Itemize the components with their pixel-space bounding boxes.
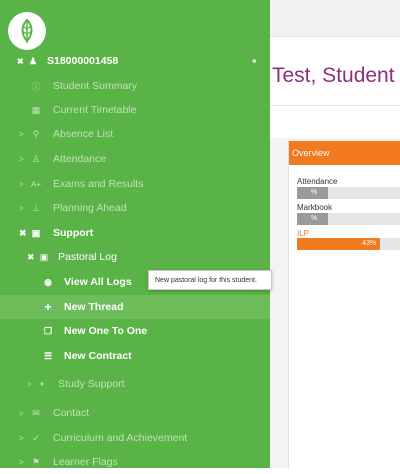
sidebar-item-curriculum-and-achievement[interactable]: > ✓ Curriculum and Achievement [0,426,270,450]
pin-icon: ♦ [40,380,44,388]
settings-dot-icon[interactable]: ⚬ [250,56,258,67]
attendance-bar: % [297,187,400,199]
mail-icon: ✉ [32,407,40,418]
sidebar-item-label: New One To One [64,325,148,337]
support-icon: ▣ [31,227,41,238]
sidebar-item-new-contract[interactable]: ☰ New Contract [0,344,270,368]
chevron-right-icon: > [19,457,24,467]
close-icon: ✖ [19,227,27,238]
sidebar-item-support[interactable]: ✖ ▣ Support [0,221,270,245]
close-icon: ✖ [27,251,35,262]
sidebar-item-label: Pastoral Log [58,251,117,263]
ilp-value: 43% [362,240,377,247]
plus-icon: + [44,300,52,314]
student-name-heading: Test, Student [272,64,395,87]
sidebar-item-study-support[interactable]: > ♦ Study Support [0,372,270,396]
copy-icon: ❐ [43,325,53,336]
school-logo[interactable] [8,12,46,50]
sidebar-item-label: Student Summary [53,80,138,92]
person-icon: ♙ [31,153,41,164]
sidebar-item-label: View All Logs [64,276,132,288]
student-id-row[interactable]: ✖ ♟ S18000001458 ⚬ [0,49,270,73]
chevron-right-icon: > [19,408,24,418]
sidebar-item-current-timetable[interactable]: ▦ Current Timetable [0,98,270,122]
sidebar-item-exams-and-results[interactable]: > A+ Exams and Results [0,172,270,196]
leaf-logo-icon [21,18,33,43]
sidebar-item-label: Learner Flags [53,456,118,468]
sidebar-item-pastoral-log[interactable]: ✖ ▣ Pastoral Log [0,245,270,269]
sidebar-item-student-summary[interactable]: ⓘ Student Summary [0,74,270,98]
overview-header[interactable]: Overview [289,141,400,165]
sidebar-item-label: Support [53,227,94,239]
grade-icon: A+ [30,179,41,189]
close-icon: ✖ [17,56,24,66]
ilp-label: ILP [297,229,310,238]
attendance-label: Attendance [297,177,338,186]
flag-icon: ⚑ [31,456,41,467]
chevron-right-icon: > [19,179,24,189]
contract-icon: ☰ [43,350,53,361]
sidebar: ✖ ♟ S18000001458 ⚬ ⓘ Student Summary ▦ C… [0,0,270,468]
header-divider [270,105,400,106]
eye-icon: ◉ [44,276,52,287]
chevron-right-icon: > [19,129,24,139]
markbook-bar: % [297,213,400,225]
sidebar-item-attendance[interactable]: > ♙ Attendance [0,147,270,171]
sidebar-item-new-thread[interactable]: + New Thread [0,295,270,319]
sidebar-item-label: New Thread [64,301,124,313]
attendance-value: % [311,189,318,196]
sidebar-item-contact[interactable]: > ✉ Contact [0,401,270,425]
tooltip: New pastoral log for this student. [148,270,272,290]
sidebar-item-label: Contact [53,407,90,419]
sidebar-item-learner-flags[interactable]: > ⚑ Learner Flags [0,450,270,474]
sidebar-item-label: Curriculum and Achievement [53,432,188,444]
sidebar-item-label: Exams and Results [53,178,144,190]
chevron-right-icon: > [19,154,24,164]
sidebar-item-label: Planning Ahead [53,202,127,214]
chart-icon: ⊥ [32,202,40,213]
sidebar-item-label: Current Timetable [53,104,137,116]
ilp-bar-fill: 43% [297,238,381,250]
attendance-bar-fill: % [297,187,328,199]
overview-panel: Overview Attendance % Markbook % ILP 43% [288,141,400,468]
log-icon: ▣ [39,251,49,262]
sidebar-item-new-one-to-one[interactable]: ❐ New One To One [0,319,270,343]
markbook-value: % [311,215,318,222]
markbook-label: Markbook [297,203,333,212]
sidebar-item-label: Study Support [58,378,125,390]
check-icon: ✓ [32,432,40,443]
ilp-bar: 43% [297,238,400,250]
sidebar-item-planning-ahead[interactable]: > ⊥ Planning Ahead [0,196,270,220]
sidebar-item-label: Attendance [53,153,107,165]
chevron-right-icon: > [19,203,24,213]
chevron-right-icon: > [27,379,32,389]
calendar-icon: ▦ [31,104,41,115]
student-id-label: S18000001458 [47,55,119,67]
chevron-right-icon: > [19,433,24,443]
info-icon: ⓘ [31,81,41,92]
markbook-bar-fill: % [297,213,328,225]
person-icon: ⚲ [32,128,40,139]
students-icon: ♟ [28,55,38,66]
sidebar-item-absence-list[interactable]: > ⚲ Absence List [0,122,270,146]
sidebar-item-label: Absence List [53,128,114,140]
sidebar-item-label: New Contract [64,350,132,362]
